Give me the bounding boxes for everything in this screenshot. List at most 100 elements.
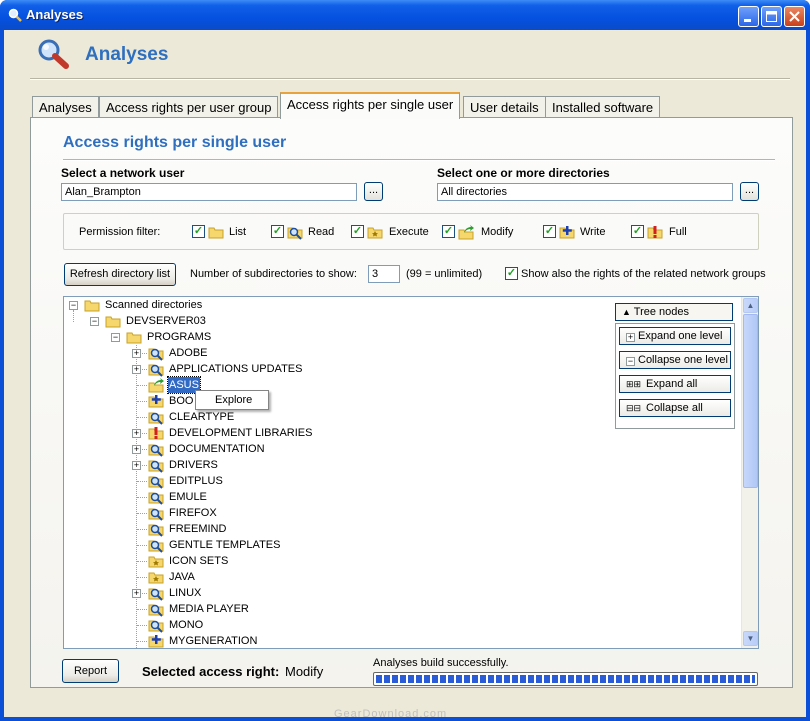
tree-line xyxy=(137,545,147,546)
read-label: Read xyxy=(308,226,335,238)
modify-arrow-icon xyxy=(148,378,164,393)
write-plus-icon xyxy=(148,395,164,408)
browse-user-button[interactable]: ... xyxy=(364,182,383,201)
expand-toggle[interactable]: + xyxy=(132,445,141,454)
tab-access-rights-per-user-group[interactable]: Access rights per user group xyxy=(99,96,279,117)
window-title: Analyses xyxy=(26,7,84,22)
tree-item-label: MONO xyxy=(169,619,204,631)
related-groups-checkbox[interactable]: ✓ xyxy=(505,267,518,280)
related-groups-label: Show also the rights of the related netw… xyxy=(521,268,766,280)
full-checkbox[interactable]: ✓ xyxy=(631,225,644,238)
full-label: Full xyxy=(669,226,687,238)
header-divider xyxy=(30,78,790,80)
tab-installed-software[interactable]: Installed software xyxy=(545,96,661,117)
report-button[interactable]: Report xyxy=(62,659,119,683)
maximize-icon xyxy=(766,11,777,22)
scroll-down-arrow-icon[interactable]: ▼ xyxy=(743,631,758,646)
read-magnifier-icon xyxy=(148,508,164,521)
network-user-label: Select a network user xyxy=(61,166,185,180)
tree-nodes-header-label: Tree nodes xyxy=(633,306,690,318)
expand-toggle[interactable]: + xyxy=(132,429,141,438)
status-text: Analyses build successfully. xyxy=(373,657,509,669)
read-magnifier-icon xyxy=(287,227,303,240)
execute-icon xyxy=(148,556,164,568)
tree-line xyxy=(137,577,147,578)
tree-item-label: CLEARTYPE xyxy=(169,411,235,423)
refresh-directory-list-button[interactable]: Refresh directory list xyxy=(64,263,176,286)
tree-programs-label: PROGRAMS xyxy=(147,331,212,343)
collapse-triangle-icon: ▲ xyxy=(622,307,631,317)
network-user-input[interactable]: Alan_Brampton xyxy=(61,183,357,201)
tree-line xyxy=(137,513,147,514)
minimize-button[interactable] xyxy=(738,6,759,27)
execute-label: Execute xyxy=(389,226,429,238)
page-title: Analyses xyxy=(85,44,169,65)
tree-item-label: MEDIA PLAYER xyxy=(169,603,249,615)
write-checkbox[interactable]: ✓ xyxy=(543,225,556,238)
read-magnifier-icon xyxy=(148,540,164,553)
tree-server-label: DEVSERVER03 xyxy=(126,315,206,327)
tree-item-label: EMULE xyxy=(169,491,207,503)
directories-input[interactable]: All directories xyxy=(437,183,733,201)
tab-access-rights-per-single-user[interactable]: Access rights per single user xyxy=(280,92,461,119)
expand-toggle[interactable]: + xyxy=(132,589,141,598)
expand-one-level-button[interactable]: + Expand one level xyxy=(619,327,731,345)
directory-tree[interactable]: − Scanned directories − DEVSERVER03 − PR… xyxy=(63,296,759,649)
tree-nodes-panel: ▲ Tree nodes + Expand one level − Collapse… xyxy=(615,303,735,429)
modify-checkbox[interactable]: ✓ xyxy=(442,225,455,238)
tree-line xyxy=(137,385,147,386)
tree-item-label: MYGENERATION xyxy=(169,635,258,647)
tree-item-label: JAVA xyxy=(169,571,195,583)
tree-nodes-header[interactable]: ▲ Tree nodes xyxy=(615,303,733,321)
tree-item-label: DRIVERS xyxy=(169,459,218,471)
tree-line xyxy=(137,401,147,402)
read-magnifier-icon xyxy=(148,412,164,425)
collapse-toggle[interactable]: − xyxy=(90,317,99,326)
tree-item-label: APPLICATIONS UPDATES xyxy=(169,363,303,375)
expand-toggle[interactable]: + xyxy=(132,461,141,470)
tab-user-details[interactable]: User details xyxy=(463,96,546,117)
full-exclamation-icon xyxy=(647,226,663,239)
context-menu-explore[interactable]: Explore xyxy=(215,394,252,406)
expand-all-button[interactable]: ⊞⊞ Expand all xyxy=(619,375,731,393)
context-menu[interactable]: Explore xyxy=(195,390,269,410)
vertical-scrollbar[interactable]: ▲ ▼ xyxy=(741,297,758,648)
folder-icon xyxy=(126,332,142,344)
application-window: Analyses Analyses Analyses Access rights… xyxy=(0,0,810,721)
close-button[interactable] xyxy=(784,6,805,27)
minimize-icon xyxy=(744,19,751,22)
browse-directories-button[interactable]: ... xyxy=(740,182,759,201)
tree-line xyxy=(137,609,147,610)
execute-checkbox[interactable]: ✓ xyxy=(351,225,364,238)
tree-item-label: DOCUMENTATION xyxy=(169,443,265,455)
collapse-one-level-button[interactable]: − Collapse one level xyxy=(619,351,731,369)
collapse-toggle[interactable]: − xyxy=(111,333,120,342)
collapse-all-button[interactable]: ⊟⊟ Collapse all xyxy=(619,399,731,417)
title-bar[interactable]: Analyses xyxy=(0,0,810,30)
scroll-up-arrow-icon[interactable]: ▲ xyxy=(743,298,758,313)
tree-item-label: FREEMIND xyxy=(169,523,227,535)
modify-arrow-icon xyxy=(458,225,474,240)
panel-title: Access rights per single user xyxy=(63,134,287,151)
tree-line xyxy=(137,641,147,642)
collapse-toggle[interactable]: − xyxy=(69,301,78,310)
scroll-thumb[interactable] xyxy=(743,314,758,488)
tree-line xyxy=(137,497,147,498)
subdirectories-input[interactable]: 3 xyxy=(368,265,400,283)
maximize-button[interactable] xyxy=(761,6,782,27)
tree-nodes-buttons: + Expand one level − Collapse one level ⊞⊞… xyxy=(615,323,735,429)
tree-item-label: ICON SETS xyxy=(169,555,229,567)
folder-icon xyxy=(84,300,100,312)
watermark: GearDownload.com xyxy=(334,708,448,720)
expand-toggle[interactable]: + xyxy=(132,349,141,358)
selected-access-right-value: Modify xyxy=(285,664,324,679)
expand-toggle[interactable]: + xyxy=(132,365,141,374)
read-checkbox[interactable]: ✓ xyxy=(271,225,284,238)
tree-line xyxy=(137,417,147,418)
tab-analyses[interactable]: Analyses xyxy=(32,96,99,117)
list-checkbox[interactable]: ✓ xyxy=(192,225,205,238)
tree-line xyxy=(137,561,147,562)
selected-access-right-label: Selected access right: xyxy=(142,664,280,679)
read-magnifier-icon xyxy=(148,524,164,537)
folder-icon xyxy=(105,316,121,328)
